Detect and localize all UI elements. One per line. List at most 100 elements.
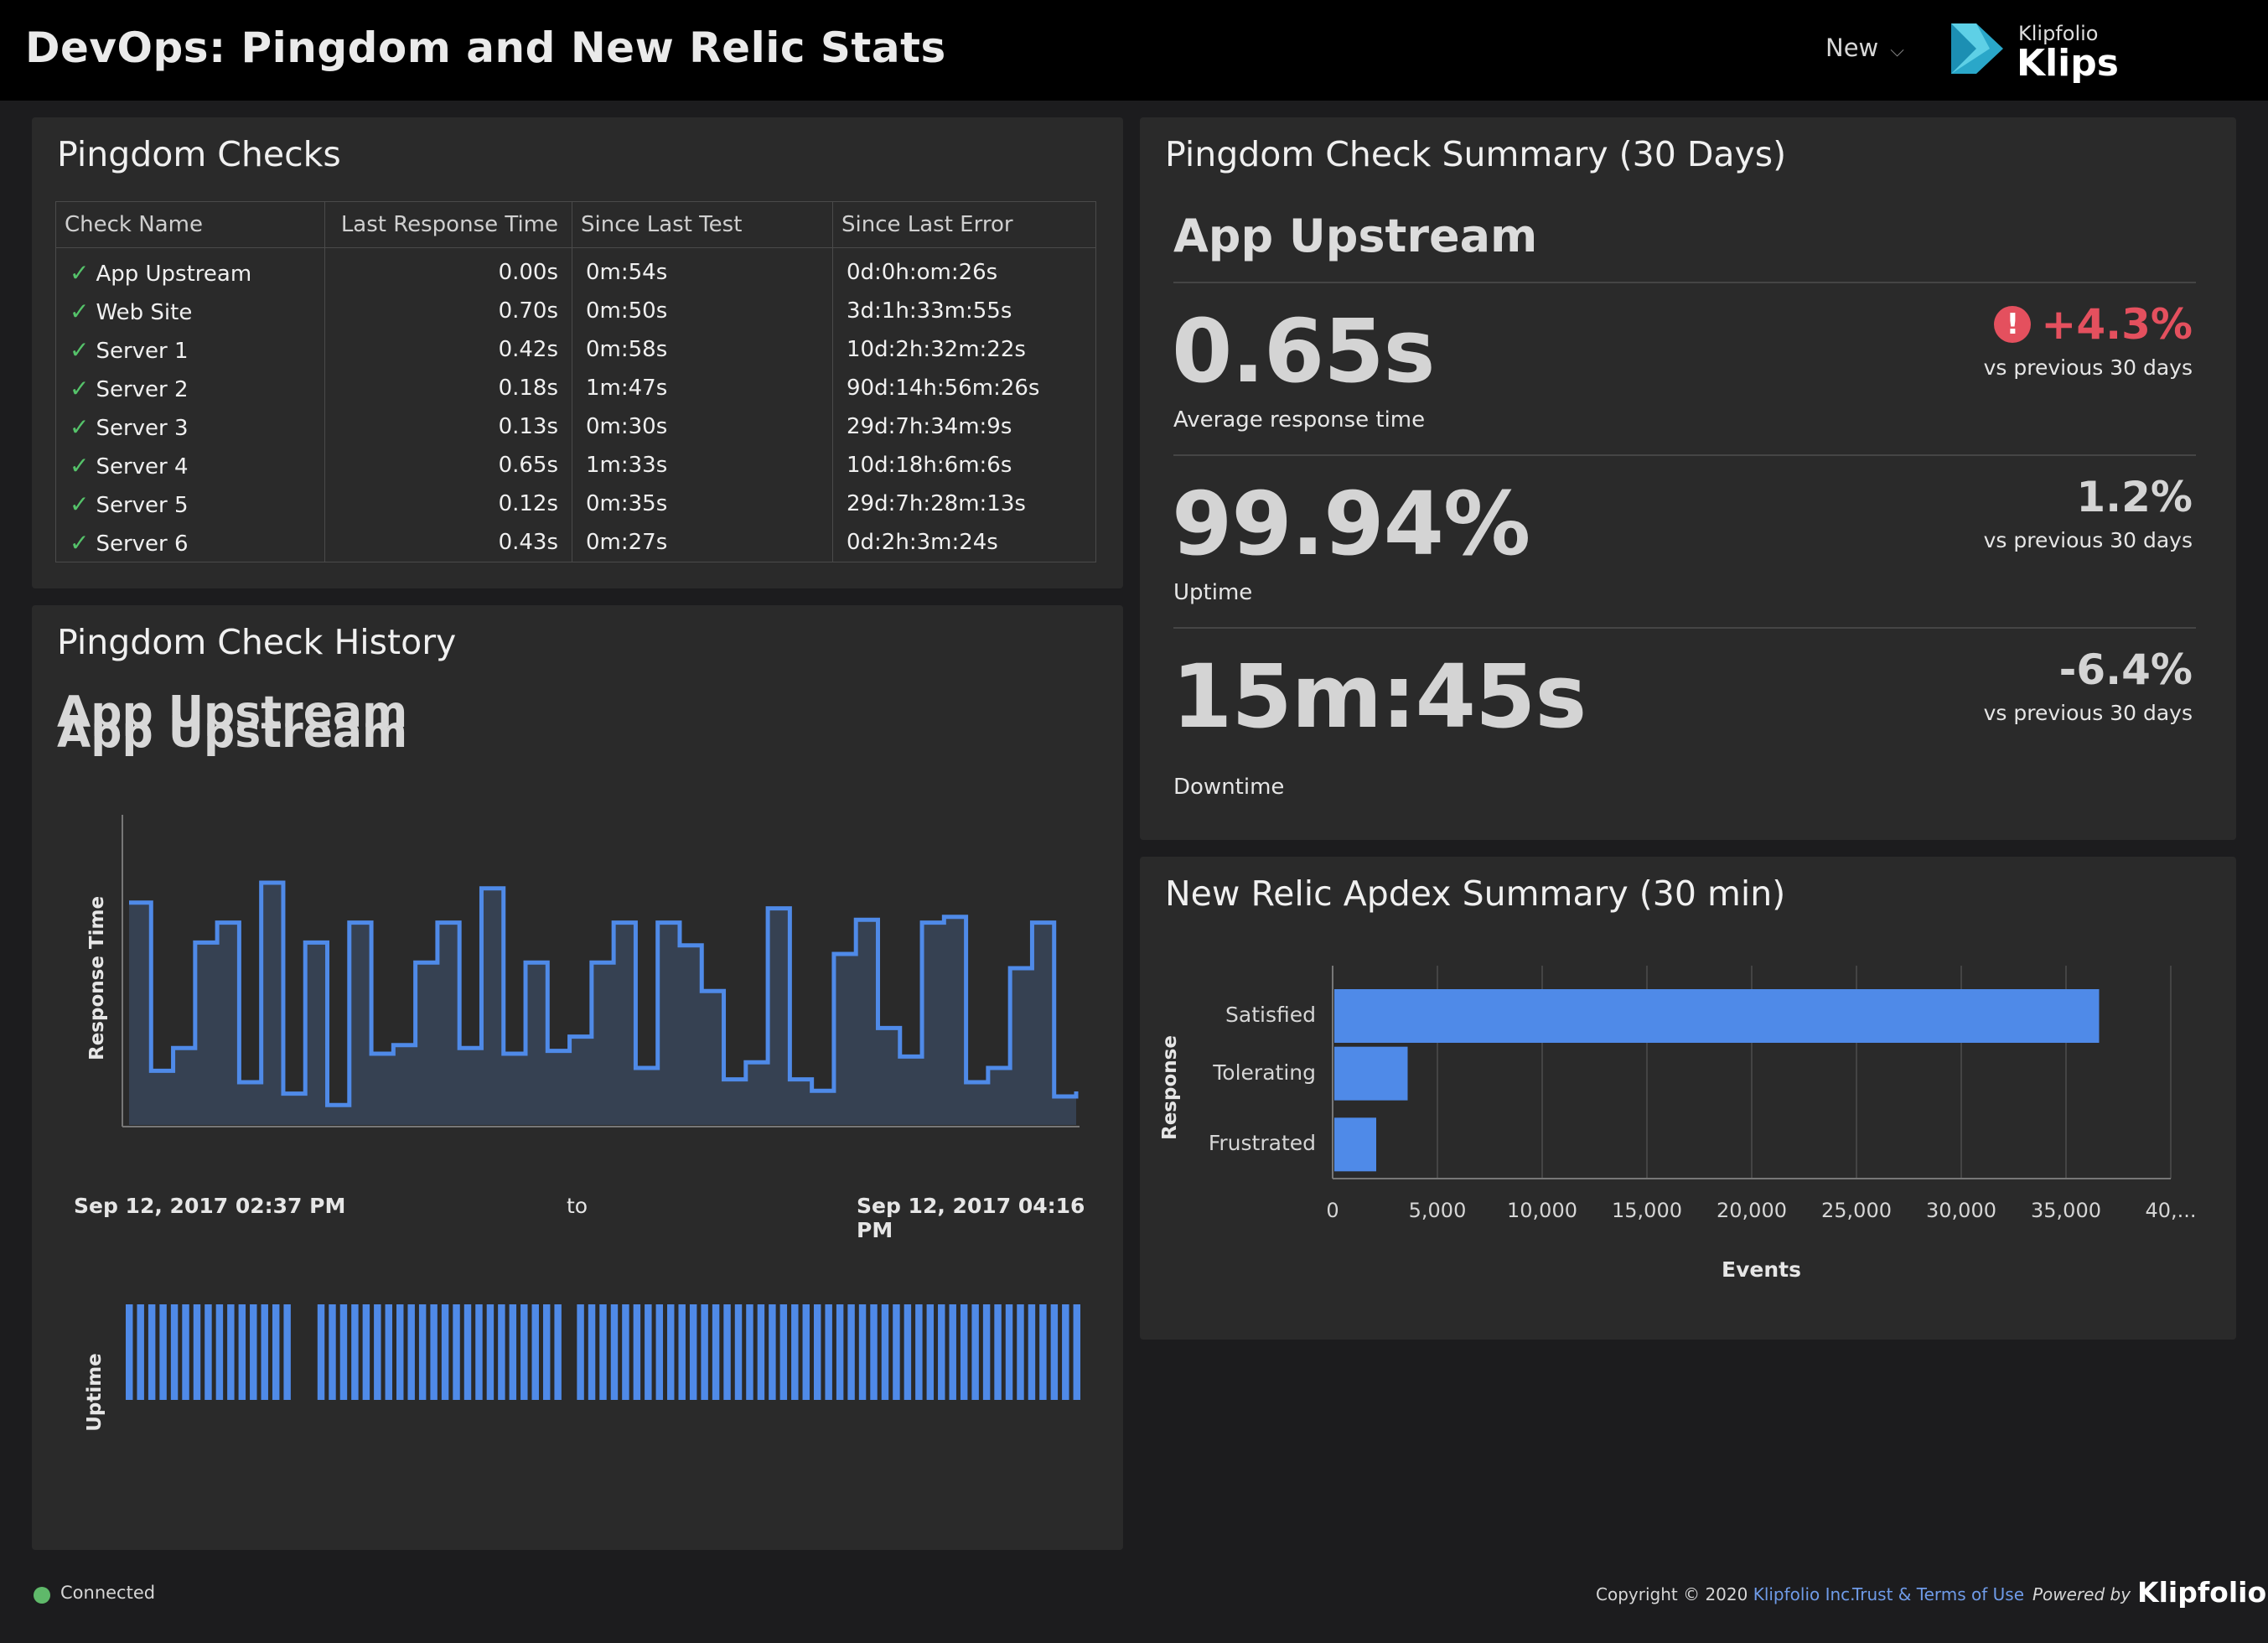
footer: Connected Copyright © 2020 Klipfolio Inc… — [0, 1559, 2268, 1643]
column-header-since-last-test[interactable]: Since Last Test — [572, 201, 833, 248]
column-header-last-response[interactable]: Last Response Time — [324, 201, 572, 248]
uptime-bar — [486, 1304, 495, 1400]
uptime-bar — [385, 1304, 393, 1400]
check-name-cell: ✓ Web Site — [55, 292, 325, 330]
uptime-bar — [159, 1304, 167, 1400]
panel-title: Pingdom Check History — [57, 622, 457, 662]
check-name-cell: ✓ Server 1 — [55, 330, 325, 369]
pingdom-checks-panel: Pingdom Checks Check Name Last Response … — [32, 117, 1123, 588]
pingdom-history-panel: Pingdom Check History App Upstream App U… — [32, 605, 1123, 1550]
date-to: Sep 12, 2017 04:16 PM — [857, 1194, 1085, 1242]
avg-response-delta-value: +4.3% — [2041, 300, 2193, 349]
uptime-bar — [407, 1304, 415, 1400]
divider — [1173, 454, 2196, 456]
uptime-bar — [182, 1304, 189, 1400]
since-last-test-cell: 0m:30s — [572, 407, 833, 446]
uptime-chart — [126, 1304, 1080, 1400]
uptime-bar — [430, 1304, 438, 1400]
uptime-bar — [329, 1304, 336, 1400]
uptime-bar — [475, 1304, 483, 1400]
since-last-test-cell: 0m:58s — [572, 330, 833, 369]
uptime-bar — [949, 1304, 956, 1400]
uptime-bar — [215, 1304, 224, 1400]
table-row[interactable]: ✓ Server 3 0.13s 0m:30s 29d:7h:34m:9s — [55, 407, 1096, 446]
uptime-bar — [1017, 1304, 1024, 1400]
page-title: DevOps: Pingdom and New Relic Stats — [25, 23, 946, 72]
checkmark-icon: ✓ — [70, 412, 90, 441]
uptime-bar — [1039, 1304, 1047, 1400]
uptime-bar — [825, 1304, 832, 1400]
logo-wordmark-big: Klips — [2017, 42, 2119, 85]
apdex-x-axis-label: Events — [1722, 1257, 1801, 1282]
avg-response-value: 0.65s — [1172, 300, 1435, 402]
table-row[interactable]: ✓ Server 2 0.18s 1m:47s 90d:14h:56m:26s — [55, 369, 1096, 407]
table-row[interactable]: ✓ Server 1 0.42s 0m:58s 10d:2h:32m:22s — [55, 330, 1096, 369]
uptime-bar — [1073, 1304, 1080, 1400]
uptime-label: Uptime — [1173, 580, 1253, 605]
uptime-bar — [362, 1304, 370, 1400]
x-tick-label: 30,000 — [1926, 1199, 1996, 1222]
last-response-cell: 0.42s — [324, 330, 572, 369]
check-name-cell: ✓ Server 5 — [55, 485, 325, 523]
table-row[interactable]: ✓ Server 4 0.65s 1m:33s 10d:18h:6m:6s — [55, 446, 1096, 485]
since-last-test-cell: 0m:35s — [572, 485, 833, 523]
apdex-panel: New Relic Apdex Summary (30 min) Respons… — [1140, 857, 2236, 1340]
table-row[interactable]: ✓ Web Site 0.70s 0m:50s 3d:1h:33m:55s — [55, 292, 1096, 330]
check-name-cell: ✓ Server 3 — [55, 407, 325, 446]
uptime-bar — [802, 1304, 810, 1400]
uptime-bar — [396, 1304, 404, 1400]
uptime-bar — [453, 1304, 460, 1400]
uptime-bar — [870, 1304, 878, 1400]
terms-link[interactable]: Trust & Terms of Use — [1852, 1584, 2024, 1604]
uptime-bar — [847, 1304, 855, 1400]
table-header-row: Check Name Last Response Time Since Last… — [55, 201, 1096, 248]
table-row[interactable]: ✓ Server 5 0.12s 0m:35s 29d:7h:28m:13s — [55, 485, 1096, 523]
uptime-bar — [858, 1304, 867, 1400]
company-link[interactable]: Klipfolio Inc. — [1753, 1584, 1856, 1604]
check-name-cell: ✓ Server 6 — [55, 523, 325, 562]
uptime-bar — [1028, 1304, 1036, 1400]
uptime-bar — [836, 1304, 844, 1400]
since-last-test-cell: 0m:27s — [572, 523, 833, 562]
copyright: Copyright © 2020 Klipfolio Inc. — [1596, 1584, 1856, 1604]
uptime-bar — [769, 1304, 776, 1400]
avg-response-delta-note: vs previous 30 days — [1983, 355, 2193, 380]
column-header-check-name[interactable]: Check Name — [55, 201, 325, 248]
since-last-error-cell: 10d:18h:6m:6s — [832, 446, 1096, 485]
x-tick-label: 40,... — [2145, 1199, 2197, 1222]
check-name: Web Site — [96, 299, 193, 325]
x-tick-label: 35,000 — [2031, 1199, 2101, 1222]
uptime-bar — [272, 1304, 280, 1400]
uptime-bar — [227, 1304, 235, 1400]
column-header-since-last-error[interactable]: Since Last Error — [832, 201, 1096, 248]
new-dropdown[interactable]: New ⌵ — [1825, 34, 1904, 62]
divider — [1173, 627, 2196, 629]
uptime-bar — [418, 1304, 427, 1400]
uptime-bar — [588, 1304, 596, 1400]
uptime-bar — [915, 1304, 923, 1400]
table-row[interactable]: ✓ Server 6 0.43s 0m:27s 0d:2h:3m:24s — [55, 523, 1096, 562]
uptime-bar — [1062, 1304, 1069, 1400]
uptime-bar — [1005, 1304, 1013, 1400]
checkmark-icon: ✓ — [70, 297, 90, 325]
since-last-test-cell: 0m:54s — [572, 247, 833, 292]
uptime-bar — [678, 1304, 686, 1400]
panel-title: Pingdom Check Summary (30 Days) — [1165, 134, 1787, 174]
klips-logo-icon — [1951, 23, 2003, 74]
klipfolio-klips-logo[interactable]: Klipfolio Klips — [1948, 18, 2124, 85]
date-from: Sep 12, 2017 02:37 PM — [74, 1194, 346, 1218]
last-response-cell: 0.70s — [324, 292, 572, 330]
new-dropdown-label: New — [1825, 34, 1879, 62]
since-last-error-cell: 3d:1h:33m:55s — [832, 292, 1096, 330]
uptime-bar — [622, 1304, 629, 1400]
uptime-bar — [170, 1304, 179, 1400]
uptime-bar — [238, 1304, 246, 1400]
checkmark-icon: ✓ — [70, 335, 90, 364]
table-row[interactable]: ✓ App Upstream 0.00s 0m:54s 0d:0h:om:26s — [55, 247, 1096, 292]
avg-response-delta: ! +4.3% — [1994, 300, 2193, 349]
uptime-bar — [633, 1304, 641, 1400]
uptime-bar — [374, 1304, 381, 1400]
klipfolio-brand-logo[interactable]: Klipfolio — [2137, 1576, 2266, 1609]
apdex-bar-frustrated — [1334, 1117, 1376, 1172]
uptime-bar — [148, 1304, 156, 1400]
